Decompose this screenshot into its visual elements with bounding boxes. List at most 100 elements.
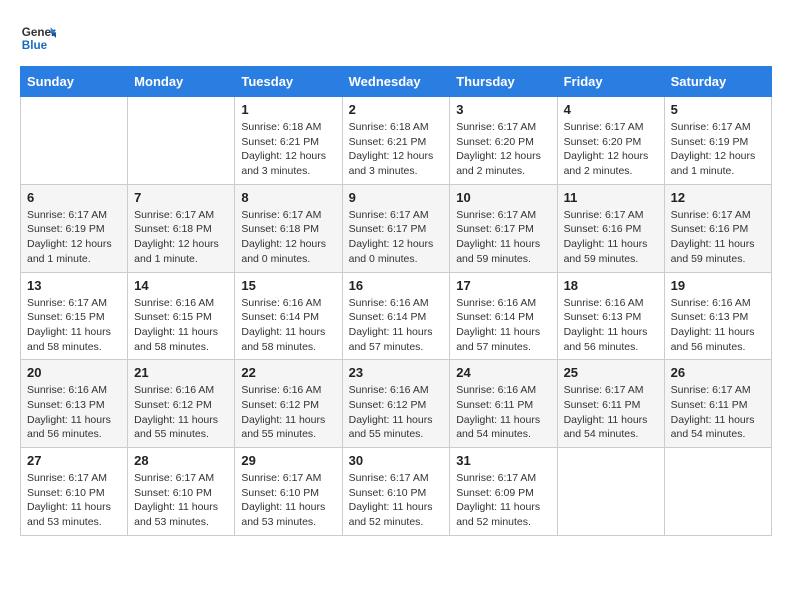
calendar-cell: 5 Sunrise: 6:17 AM Sunset: 6:19 PM Daylig… bbox=[664, 97, 771, 185]
calendar-cell: 11 Sunrise: 6:17 AM Sunset: 6:16 PM Dayli… bbox=[557, 184, 664, 272]
calendar-cell: 1 Sunrise: 6:18 AM Sunset: 6:21 PM Daylig… bbox=[235, 97, 342, 185]
calendar-cell: 16 Sunrise: 6:16 AM Sunset: 6:14 PM Dayli… bbox=[342, 272, 450, 360]
day-number: 14 bbox=[134, 278, 228, 293]
calendar-cell: 21 Sunrise: 6:16 AM Sunset: 6:12 PM Dayli… bbox=[128, 360, 235, 448]
logo-icon: General Blue bbox=[20, 20, 56, 56]
day-number: 13 bbox=[27, 278, 121, 293]
calendar-cell: 14 Sunrise: 6:16 AM Sunset: 6:15 PM Dayli… bbox=[128, 272, 235, 360]
calendar-cell: 26 Sunrise: 6:17 AM Sunset: 6:11 PM Dayli… bbox=[664, 360, 771, 448]
weekday-header: Wednesday bbox=[342, 67, 450, 97]
weekday-header: Monday bbox=[128, 67, 235, 97]
day-number: 20 bbox=[27, 365, 121, 380]
weekday-header: Tuesday bbox=[235, 67, 342, 97]
calendar-week-row: 13 Sunrise: 6:17 AM Sunset: 6:15 PM Dayli… bbox=[21, 272, 772, 360]
calendar-cell: 4 Sunrise: 6:17 AM Sunset: 6:20 PM Daylig… bbox=[557, 97, 664, 185]
day-detail: Sunrise: 6:17 AM Sunset: 6:10 PM Dayligh… bbox=[349, 471, 444, 530]
day-number: 15 bbox=[241, 278, 335, 293]
day-detail: Sunrise: 6:16 AM Sunset: 6:12 PM Dayligh… bbox=[349, 383, 444, 442]
svg-text:Blue: Blue bbox=[22, 39, 48, 52]
calendar-cell: 10Sunrise: 6:17 AM Sunset: 6:17 PM Dayli… bbox=[450, 184, 557, 272]
day-number: 4 bbox=[564, 102, 658, 117]
day-detail: Sunrise: 6:16 AM Sunset: 6:13 PM Dayligh… bbox=[671, 296, 765, 355]
calendar-week-row: 6Sunrise: 6:17 AM Sunset: 6:19 PM Daylig… bbox=[21, 184, 772, 272]
day-detail: Sunrise: 6:17 AM Sunset: 6:10 PM Dayligh… bbox=[27, 471, 121, 530]
day-detail: Sunrise: 6:17 AM Sunset: 6:18 PM Dayligh… bbox=[134, 208, 228, 267]
day-detail: Sunrise: 6:16 AM Sunset: 6:13 PM Dayligh… bbox=[564, 296, 658, 355]
calendar-cell: 13 Sunrise: 6:17 AM Sunset: 6:15 PM Dayli… bbox=[21, 272, 128, 360]
day-detail: Sunrise: 6:16 AM Sunset: 6:11 PM Dayligh… bbox=[456, 383, 550, 442]
calendar-table: SundayMondayTuesdayWednesdayThursdayFrid… bbox=[20, 66, 772, 536]
day-number: 10 bbox=[456, 190, 550, 205]
day-detail: Sunrise: 6:16 AM Sunset: 6:12 PM Dayligh… bbox=[134, 383, 228, 442]
logo: General Blue bbox=[20, 20, 56, 56]
day-detail: Sunrise: 6:17 AM Sunset: 6:10 PM Dayligh… bbox=[241, 471, 335, 530]
day-number: 29 bbox=[241, 453, 335, 468]
day-number: 28 bbox=[134, 453, 228, 468]
day-detail: Sunrise: 6:17 AM Sunset: 6:19 PM Dayligh… bbox=[27, 208, 121, 267]
calendar-cell bbox=[128, 97, 235, 185]
calendar-cell: 9 Sunrise: 6:17 AM Sunset: 6:17 PM Daylig… bbox=[342, 184, 450, 272]
weekday-header: Sunday bbox=[21, 67, 128, 97]
calendar-cell: 31 Sunrise: 6:17 AM Sunset: 6:09 PM Dayli… bbox=[450, 448, 557, 536]
day-detail: Sunrise: 6:17 AM Sunset: 6:19 PM Dayligh… bbox=[671, 120, 765, 179]
day-detail: Sunrise: 6:17 AM Sunset: 6:17 PM Dayligh… bbox=[349, 208, 444, 267]
day-number: 9 bbox=[349, 190, 444, 205]
day-detail: Sunrise: 6:17 AM Sunset: 6:18 PM Dayligh… bbox=[241, 208, 335, 267]
calendar-cell: 27 Sunrise: 6:17 AM Sunset: 6:10 PM Dayli… bbox=[21, 448, 128, 536]
day-number: 27 bbox=[27, 453, 121, 468]
day-number: 24 bbox=[456, 365, 550, 380]
day-number: 3 bbox=[456, 102, 550, 117]
day-number: 2 bbox=[349, 102, 444, 117]
day-detail: Sunrise: 6:17 AM Sunset: 6:09 PM Dayligh… bbox=[456, 471, 550, 530]
day-number: 22 bbox=[241, 365, 335, 380]
day-detail: Sunrise: 6:16 AM Sunset: 6:15 PM Dayligh… bbox=[134, 296, 228, 355]
day-detail: Sunrise: 6:18 AM Sunset: 6:21 PM Dayligh… bbox=[241, 120, 335, 179]
day-detail: Sunrise: 6:17 AM Sunset: 6:16 PM Dayligh… bbox=[564, 208, 658, 267]
calendar-cell bbox=[557, 448, 664, 536]
calendar-cell: 2 Sunrise: 6:18 AM Sunset: 6:21 PM Daylig… bbox=[342, 97, 450, 185]
day-detail: Sunrise: 6:16 AM Sunset: 6:14 PM Dayligh… bbox=[349, 296, 444, 355]
day-detail: Sunrise: 6:18 AM Sunset: 6:21 PM Dayligh… bbox=[349, 120, 444, 179]
day-number: 19 bbox=[671, 278, 765, 293]
calendar-cell: 18 Sunrise: 6:16 AM Sunset: 6:13 PM Dayli… bbox=[557, 272, 664, 360]
day-number: 18 bbox=[564, 278, 658, 293]
calendar-cell: 20 Sunrise: 6:16 AM Sunset: 6:13 PM Dayli… bbox=[21, 360, 128, 448]
day-number: 1 bbox=[241, 102, 335, 117]
day-number: 16 bbox=[349, 278, 444, 293]
calendar-cell: 23Sunrise: 6:16 AM Sunset: 6:12 PM Dayli… bbox=[342, 360, 450, 448]
calendar-week-row: 27 Sunrise: 6:17 AM Sunset: 6:10 PM Dayli… bbox=[21, 448, 772, 536]
day-detail: Sunrise: 6:17 AM Sunset: 6:20 PM Dayligh… bbox=[456, 120, 550, 179]
day-number: 25 bbox=[564, 365, 658, 380]
weekday-header: Thursday bbox=[450, 67, 557, 97]
day-detail: Sunrise: 6:17 AM Sunset: 6:15 PM Dayligh… bbox=[27, 296, 121, 355]
day-number: 26 bbox=[671, 365, 765, 380]
day-number: 7 bbox=[134, 190, 228, 205]
calendar-cell: 17 Sunrise: 6:16 AM Sunset: 6:14 PM Dayli… bbox=[450, 272, 557, 360]
weekday-header: Friday bbox=[557, 67, 664, 97]
weekday-header: Saturday bbox=[664, 67, 771, 97]
calendar-cell bbox=[21, 97, 128, 185]
day-number: 31 bbox=[456, 453, 550, 468]
calendar-cell: 7 Sunrise: 6:17 AM Sunset: 6:18 PM Daylig… bbox=[128, 184, 235, 272]
day-detail: Sunrise: 6:16 AM Sunset: 6:12 PM Dayligh… bbox=[241, 383, 335, 442]
day-detail: Sunrise: 6:17 AM Sunset: 6:16 PM Dayligh… bbox=[671, 208, 765, 267]
day-detail: Sunrise: 6:16 AM Sunset: 6:13 PM Dayligh… bbox=[27, 383, 121, 442]
calendar-week-row: 20 Sunrise: 6:16 AM Sunset: 6:13 PM Dayli… bbox=[21, 360, 772, 448]
calendar-cell: 24 Sunrise: 6:16 AM Sunset: 6:11 PM Dayli… bbox=[450, 360, 557, 448]
day-number: 21 bbox=[134, 365, 228, 380]
day-detail: Sunrise: 6:16 AM Sunset: 6:14 PM Dayligh… bbox=[456, 296, 550, 355]
day-detail: Sunrise: 6:17 AM Sunset: 6:11 PM Dayligh… bbox=[671, 383, 765, 442]
day-number: 17 bbox=[456, 278, 550, 293]
day-number: 11 bbox=[564, 190, 658, 205]
day-number: 30 bbox=[349, 453, 444, 468]
page-header: General Blue bbox=[20, 20, 772, 56]
calendar-cell: 3 Sunrise: 6:17 AM Sunset: 6:20 PM Daylig… bbox=[450, 97, 557, 185]
calendar-cell: 19 Sunrise: 6:16 AM Sunset: 6:13 PM Dayli… bbox=[664, 272, 771, 360]
calendar-cell: 28Sunrise: 6:17 AM Sunset: 6:10 PM Dayli… bbox=[128, 448, 235, 536]
calendar-cell: 12 Sunrise: 6:17 AM Sunset: 6:16 PM Dayli… bbox=[664, 184, 771, 272]
day-detail: Sunrise: 6:17 AM Sunset: 6:20 PM Dayligh… bbox=[564, 120, 658, 179]
day-number: 5 bbox=[671, 102, 765, 117]
calendar-cell: 29 Sunrise: 6:17 AM Sunset: 6:10 PM Dayli… bbox=[235, 448, 342, 536]
day-number: 12 bbox=[671, 190, 765, 205]
day-number: 8 bbox=[241, 190, 335, 205]
